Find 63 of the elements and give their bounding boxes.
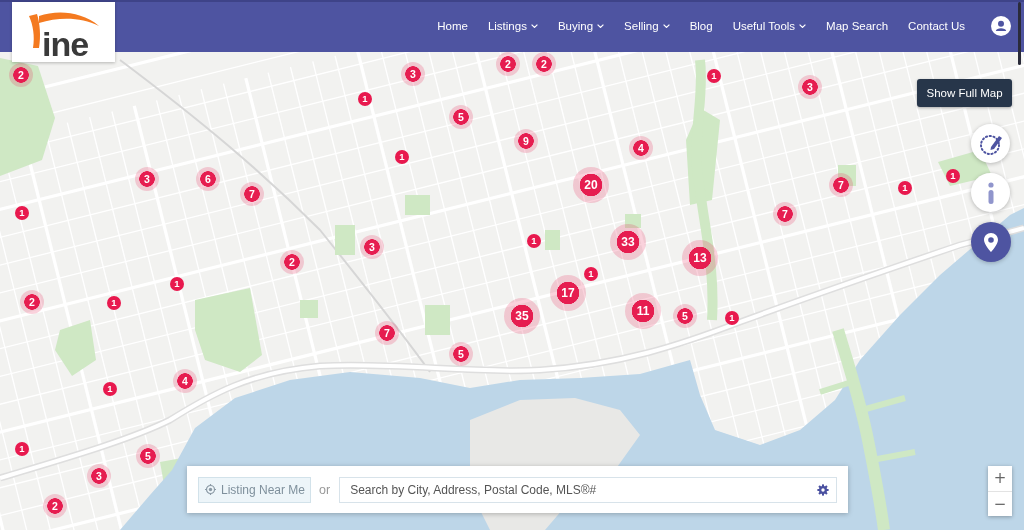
cluster-marker[interactable]: 3 [87,464,111,488]
cluster-marker[interactable]: 2 [532,52,556,76]
user-icon[interactable] [991,16,1011,36]
settings-icon[interactable] [817,483,829,496]
cluster-marker[interactable]: 3 [798,75,822,99]
park-area [545,230,560,250]
zoom-out-button[interactable]: − [988,491,1012,516]
park-area [405,195,430,215]
cluster-marker[interactable]: 5 [136,444,160,468]
cluster-marker[interactable]: 7 [773,202,797,226]
cluster-marker[interactable]: 4 [173,369,197,393]
park-area [425,305,450,335]
cluster-marker[interactable]: 9 [514,129,538,153]
cluster-marker[interactable]: 3 [401,62,425,86]
park-area [55,320,96,376]
cluster-marker[interactable]: 2 [9,63,33,87]
cluster-marker[interactable]: 20 [573,167,609,203]
location-pin-icon [984,232,998,252]
cluster-marker[interactable]: 4 [629,136,653,160]
caret-icon [662,24,670,28]
cluster-marker[interactable]: 33 [610,224,646,260]
caret-icon [530,24,538,28]
cluster-marker[interactable]: 13 [682,240,718,276]
cluster-marker[interactable]: 7 [375,321,399,345]
nav-link[interactable]: Contact Us [908,20,965,32]
nav-link[interactable]: Map Search [826,20,889,32]
cluster-marker[interactable]: 7 [240,182,264,206]
park-area [335,225,355,255]
zoom-in-button[interactable]: + [988,466,1012,491]
logo[interactable]: ine [12,2,115,62]
park-area [300,300,318,318]
cluster-marker[interactable]: 5 [449,105,473,129]
nav-link[interactable]: Buying [557,20,605,32]
cluster-marker[interactable]: 11 [625,293,661,329]
cluster-marker[interactable]: 2 [43,494,67,518]
logo-text: ine [42,27,89,61]
cluster-marker[interactable]: 17 [550,275,586,311]
scrollbar-thumb[interactable] [1018,2,1021,65]
nav-link[interactable]: Useful Tools [732,20,807,32]
cluster-marker[interactable]: 35 [504,298,540,334]
caret-icon [597,24,605,28]
target-icon [205,484,216,495]
cluster-marker[interactable]: 7 [829,173,853,197]
info-icon [986,181,995,204]
nav-link[interactable]: Listings [487,20,538,32]
nav-link[interactable]: Selling [624,20,670,32]
cluster-marker[interactable]: 3 [135,167,159,191]
caret-icon [799,24,807,28]
cluster-marker[interactable]: 5 [449,342,473,366]
park-area [625,214,641,228]
search-field[interactable]: Search by City, Address, Postal Code, MLS®# [339,476,837,503]
show-full-map-button[interactable]: Show Full Map [917,79,1012,107]
cluster-marker[interactable]: 3 [360,235,384,259]
nav-link[interactable]: Home [437,20,468,32]
cluster-marker[interactable]: 2 [280,250,304,274]
listing-near-me-button[interactable]: Listing Near Me [198,476,311,503]
cluster-marker[interactable]: 6 [196,167,220,191]
cluster-marker[interactable]: 5 [673,304,697,328]
nav-link[interactable]: Blog [689,20,713,32]
separator-text: or [319,482,331,497]
cluster-marker[interactable]: 2 [496,52,520,76]
cluster-marker[interactable]: 2 [20,290,44,314]
swoosh-stem-icon [29,14,41,48]
